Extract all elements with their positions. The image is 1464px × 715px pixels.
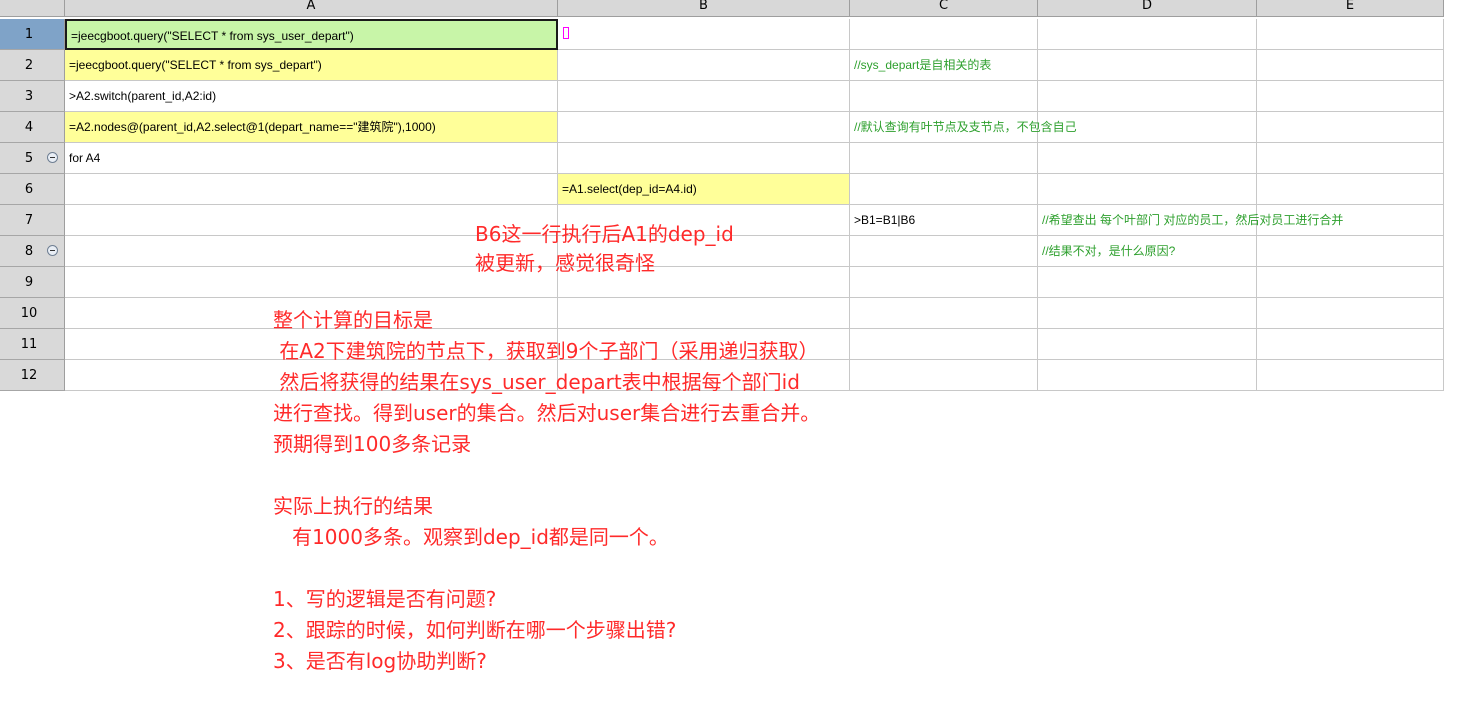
cell-e7[interactable] (1257, 205, 1444, 236)
cell-e12[interactable] (1257, 360, 1444, 391)
cell-e8[interactable] (1257, 236, 1444, 267)
row-number: 4 (24, 120, 34, 135)
cell-e6[interactable] (1257, 174, 1444, 205)
cell-c7-text: >B1=B1|B6 (854, 213, 916, 227)
cell-d9[interactable] (1038, 267, 1257, 298)
row-number: 12 (20, 368, 38, 383)
text-cursor-icon (563, 27, 569, 39)
cell-e11[interactable] (1257, 329, 1444, 360)
cell-d8-text: //结果不对，是什么原因? (1042, 244, 1176, 258)
cell-d4[interactable] (1038, 112, 1257, 143)
cell-a6[interactable] (65, 174, 558, 205)
cell-a4-text: =A2.nodes@(parent_id,A2.select@1(depart_… (69, 120, 436, 134)
cell-c3[interactable] (850, 81, 1038, 112)
cell-d1[interactable] (1038, 19, 1257, 50)
cell-c6[interactable] (850, 174, 1038, 205)
cell-d12[interactable] (1038, 360, 1257, 391)
cell-a4[interactable]: =A2.nodes@(parent_id,A2.select@1(depart_… (65, 112, 558, 143)
cell-c4[interactable]: //默认查询有叶节点及支节点，不包含自己 (850, 112, 1077, 143)
cell-a3-text: >A2.switch(parent_id,A2:id) (69, 89, 217, 103)
cell-c11[interactable] (850, 329, 1038, 360)
cell-a2-text: =jeecgboot.query("SELECT * from sys_depa… (69, 58, 322, 72)
column-header-e[interactable]: E (1257, 0, 1444, 17)
cell-c7[interactable]: >B1=B1|B6 (850, 205, 1038, 236)
cell-d5[interactable] (1038, 143, 1257, 174)
row-header-4[interactable]: 4 (0, 112, 65, 143)
row-header-7[interactable]: 7 (0, 205, 65, 236)
cell-b6-text: =A1.select(dep_id=A4.id) (562, 182, 697, 196)
row-header-5[interactable]: 5 (0, 143, 65, 174)
cell-c2[interactable]: //sys_depart是自相关的表 (850, 50, 1038, 81)
cell-d11[interactable] (1038, 329, 1257, 360)
row-header-6[interactable]: 6 (0, 174, 65, 205)
cell-b1[interactable] (558, 19, 850, 50)
row-number: 7 (24, 213, 34, 228)
cell-a3[interactable]: >A2.switch(parent_id,A2:id) (65, 81, 558, 112)
row-number: 11 (20, 337, 38, 352)
row-number: 2 (24, 58, 34, 73)
cell-c5[interactable] (850, 143, 1038, 174)
cell-c10[interactable] (850, 298, 1038, 329)
row-number: 10 (20, 306, 38, 321)
cell-b4[interactable] (558, 112, 850, 143)
cell-d7[interactable]: //希望查出 每个叶部门 对应的员工，然后对员工进行合并 (1038, 205, 1343, 236)
cell-d6[interactable] (1038, 174, 1257, 205)
cell-e2[interactable] (1257, 50, 1444, 81)
row-header-8[interactable]: 8 (0, 236, 65, 267)
cell-b6[interactable]: =A1.select(dep_id=A4.id) (558, 174, 850, 205)
row-header-2[interactable]: 2 (0, 50, 65, 81)
column-header-c[interactable]: C (850, 0, 1038, 17)
cell-a1[interactable]: =jeecgboot.query("SELECT * from sys_user… (65, 19, 558, 50)
cell-c12[interactable] (850, 360, 1038, 391)
cell-e3[interactable] (1257, 81, 1444, 112)
row-number: 6 (24, 182, 34, 197)
cell-b3[interactable] (558, 81, 850, 112)
cell-e5[interactable] (1257, 143, 1444, 174)
row-header-11[interactable]: 11 (0, 329, 65, 360)
cell-d2[interactable] (1038, 50, 1257, 81)
cell-e9[interactable] (1257, 267, 1444, 298)
column-header-d[interactable]: D (1038, 0, 1257, 17)
row-header-12[interactable]: 12 (0, 360, 65, 391)
cell-e4[interactable] (1257, 112, 1444, 143)
column-header-b[interactable]: B (558, 0, 850, 17)
cell-e1[interactable] (1257, 19, 1444, 50)
annotation-goal-questions: 整个计算的目标是 在A2下建筑院的节点下，获取到9个子部门（采用递归获取） 然后… (273, 308, 821, 673)
row-header-9[interactable]: 9 (0, 267, 65, 298)
row-number: 9 (24, 275, 34, 290)
row-number: 1 (24, 27, 34, 42)
cell-c9[interactable] (850, 267, 1038, 298)
row-header-10[interactable]: 10 (0, 298, 65, 329)
cell-a5-text: for A4 (69, 151, 101, 165)
cell-d8[interactable]: //结果不对，是什么原因? (1038, 236, 1257, 267)
cell-a1-text: =jeecgboot.query("SELECT * from sys_user… (71, 29, 354, 43)
cell-c1[interactable] (850, 19, 1038, 50)
annotation-b6-note: B6这一行执行后A1的dep_id 被更新，感觉很奇怪 (475, 222, 734, 275)
row-header-1[interactable]: 1 (0, 19, 65, 50)
row-header-3[interactable]: 3 (0, 81, 65, 112)
cell-d10[interactable] (1038, 298, 1257, 329)
cell-c2-text: //sys_depart是自相关的表 (854, 58, 992, 72)
column-header-a[interactable]: A (65, 0, 558, 17)
cell-b5[interactable] (558, 143, 850, 174)
collapse-icon[interactable] (47, 152, 58, 163)
cell-c8[interactable] (850, 236, 1038, 267)
row-number: 3 (24, 89, 34, 104)
cell-e10[interactable] (1257, 298, 1444, 329)
cell-d3[interactable] (1038, 81, 1257, 112)
cell-a2[interactable]: =jeecgboot.query("SELECT * from sys_depa… (65, 50, 558, 81)
collapse-icon[interactable] (47, 245, 58, 256)
cell-b2[interactable] (558, 50, 850, 81)
grid-corner[interactable] (0, 0, 65, 17)
cell-a5[interactable]: for A4 (65, 143, 558, 174)
